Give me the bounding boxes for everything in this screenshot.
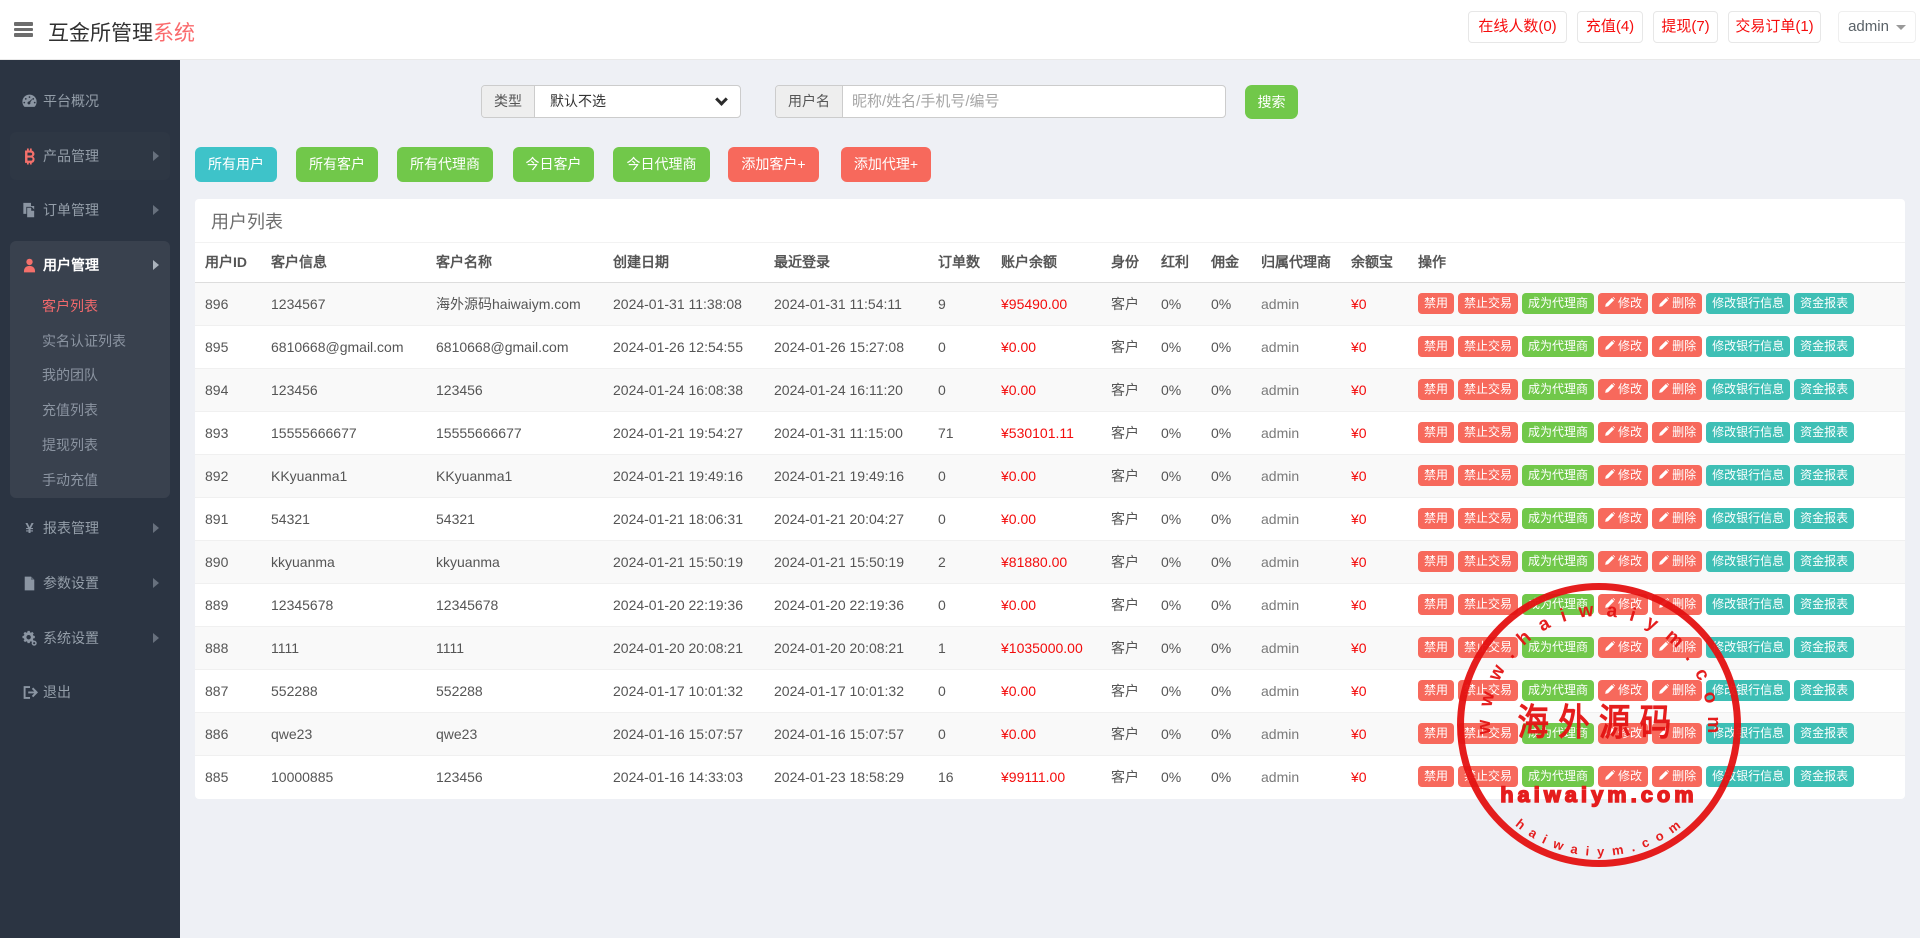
svg-text:haiwaiym.com: haiwaiym.com xyxy=(1500,783,1697,807)
svg-text:海外源码: 海外源码 xyxy=(1517,703,1680,744)
